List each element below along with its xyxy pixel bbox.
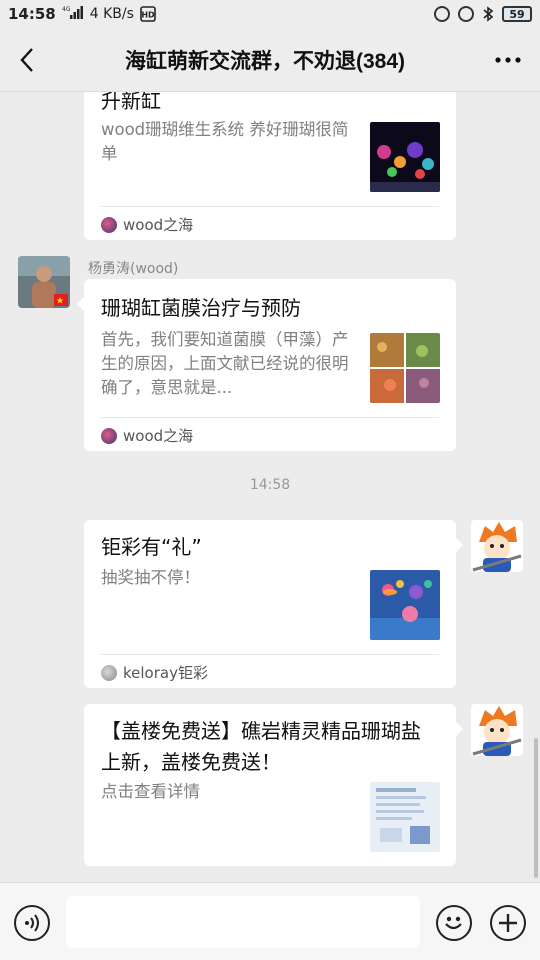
- back-button[interactable]: [0, 28, 54, 92]
- status-time: 14:58: [8, 5, 56, 23]
- bubble-tail: [77, 297, 84, 311]
- card-source: keloray钜彩: [101, 662, 208, 683]
- more-functions-button[interactable]: [490, 905, 526, 941]
- chat-header: 海缸萌新交流群，不劝退(384): [0, 28, 540, 92]
- message-card[interactable]: 【盖楼免费送】礁岩精灵精品珊瑚盐上新，盖楼免费送！ 点击查看详情: [84, 704, 463, 866]
- source-name: wood之海: [123, 216, 194, 234]
- card-description: 首先，我们要知道菌膜（甲藻）产生的原因，上面文献已经说的很明确了，意思就是...: [101, 330, 349, 397]
- signal-icon: 4G: [62, 5, 84, 23]
- card-source: wood之海: [101, 214, 193, 235]
- message-card[interactable]: 珊瑚缸菌膜治疗与预防 首先，我们要知道菌膜（甲藻）产生的原因，上面文献已经说的很…: [77, 279, 456, 451]
- card-source: wood之海: [101, 425, 193, 446]
- voice-button[interactable]: [14, 905, 50, 941]
- bluetooth-icon: [482, 6, 494, 22]
- coral-tank-thumbnail: [370, 122, 440, 192]
- message-timestamp: 14:58: [249, 477, 291, 493]
- coral-grid-thumbnail: [370, 333, 440, 403]
- message-input[interactable]: [66, 896, 420, 948]
- emoji-icon: [445, 916, 462, 930]
- source-name: wood之海: [123, 427, 194, 445]
- card-title: 【盖楼免费送】礁岩精灵精品珊瑚盐上新，盖楼免费送！: [101, 719, 421, 774]
- card-divider: [101, 417, 439, 418]
- message-card[interactable]: 升新缸 wood珊瑚维生系统 养好珊瑚很简单 wood之海: [84, 92, 456, 240]
- avatar[interactable]: [18, 256, 70, 308]
- svg-text:HD: HD: [141, 11, 155, 20]
- card-divider: [101, 206, 439, 207]
- svg-text:4G: 4G: [62, 6, 71, 13]
- input-bar: [0, 882, 540, 960]
- product-sheet-thumbnail: [370, 782, 440, 852]
- lock-rotation-icon: [458, 6, 474, 22]
- headset-status-icon: [434, 6, 450, 22]
- message-card[interactable]: 钜彩有“礼” 抽奖抽不停！ keloray钜彩: [84, 520, 463, 688]
- hd-icon: HD: [140, 6, 156, 22]
- chat-area[interactable]: 升新缸 wood珊瑚维生系统 养好珊瑚很简单 wood之海 杨勇涛(wood) …: [0, 92, 540, 882]
- avatar[interactable]: [471, 520, 523, 572]
- voice-icon: [25, 914, 39, 932]
- card-title: 钜彩有“礼”: [101, 535, 202, 559]
- bubble-tail: [456, 722, 463, 736]
- more-dots-icon: [495, 56, 521, 63]
- card-title: 珊瑚缸菌膜治疗与预防: [101, 296, 301, 320]
- more-button[interactable]: [476, 28, 540, 92]
- chat-title: 海缸萌新交流群，不劝退(384): [124, 49, 406, 73]
- card-description: wood珊瑚维生系统 养好珊瑚很简单: [101, 120, 349, 163]
- chat-scrollbar[interactable]: [534, 738, 538, 878]
- battery-icon: 59: [502, 6, 532, 22]
- source-logo-icon: [101, 216, 117, 233]
- avatar[interactable]: [471, 704, 523, 756]
- card-description: 点击查看详情: [101, 782, 200, 801]
- emoji-button[interactable]: [436, 905, 472, 941]
- chevron-left-icon: [20, 47, 33, 72]
- bubble-tail: [456, 538, 463, 552]
- source-logo-icon: [101, 664, 117, 681]
- card-title: 升新缸: [101, 92, 161, 113]
- reef-illustration-thumbnail: [370, 570, 440, 640]
- source-logo-icon: [101, 427, 117, 444]
- card-description: 抽奖抽不停！: [101, 568, 200, 587]
- sender-name: 杨勇涛(wood): [88, 261, 179, 277]
- status-bar: 14:58 4G 4 KB/s HD 59: [0, 0, 540, 28]
- card-divider: [101, 654, 439, 655]
- source-name: keloray钜彩: [123, 664, 208, 682]
- network-speed: 4 KB/s: [89, 6, 134, 22]
- plus-icon: [499, 914, 517, 932]
